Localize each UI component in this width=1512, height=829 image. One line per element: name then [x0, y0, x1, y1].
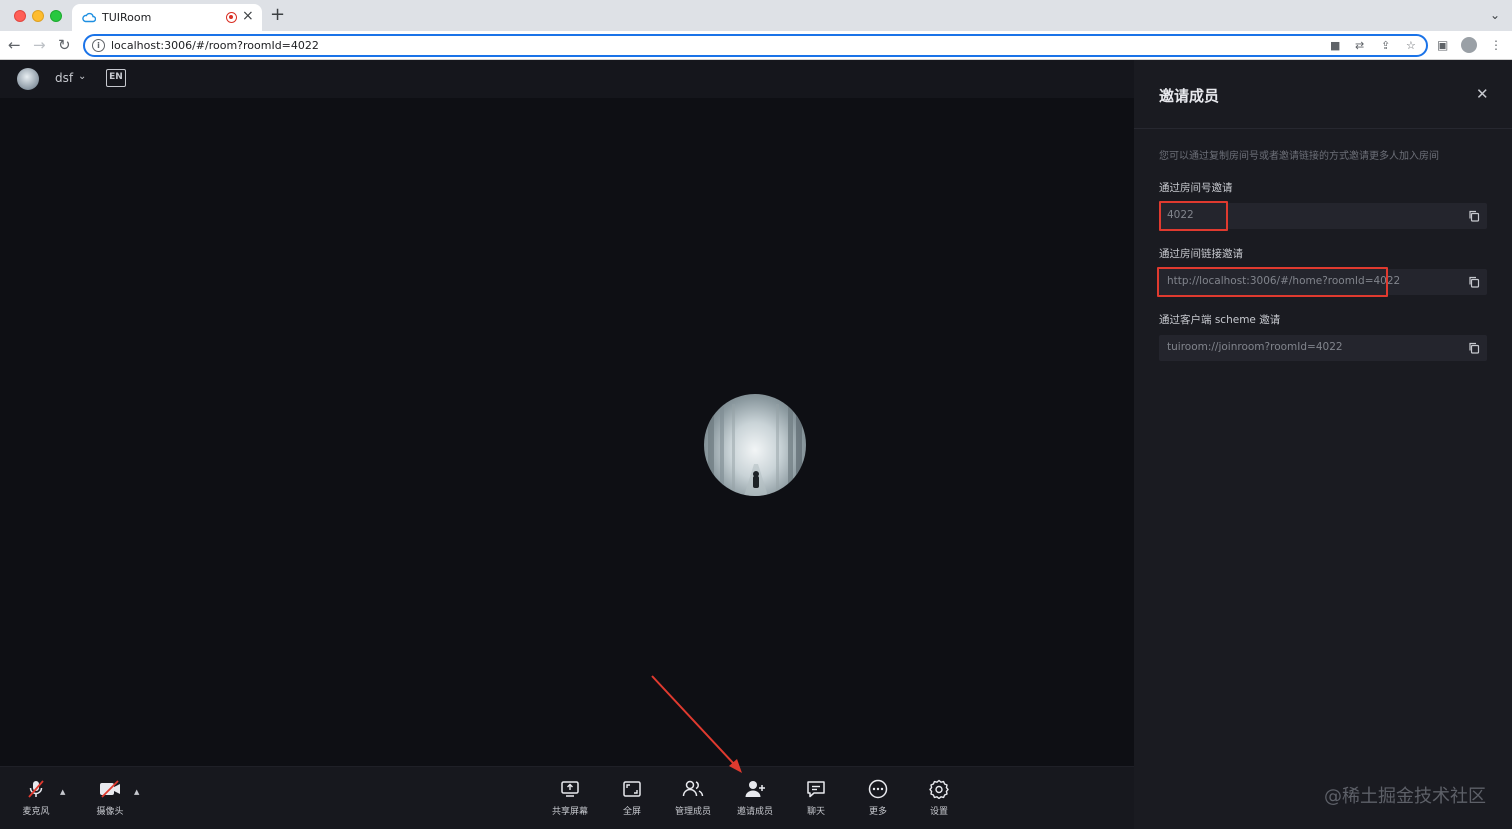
back-button[interactable]: ←: [8, 36, 21, 54]
reload-button[interactable]: ↻: [58, 36, 71, 54]
participant-avatar: [704, 394, 806, 496]
chat-label: 聊天: [806, 807, 825, 817]
share-screen-button[interactable]: 共享屏幕: [540, 779, 600, 817]
side-panel-icon[interactable]: ▣: [1437, 37, 1448, 53]
share-screen-label: 共享屏幕: [551, 807, 588, 817]
camera-label: 摄像头: [96, 807, 124, 817]
language-switch-icon[interactable]: EN: [106, 69, 126, 87]
video-stage: [0, 98, 1134, 766]
translate-icon[interactable]: ⇄: [1355, 39, 1364, 53]
invite-panel: 邀请成员 ✕ 您可以通过复制房间号或者邀请链接的方式邀请更多人加入房间 通过房间…: [1134, 60, 1512, 829]
browser-tab-bar: TUIRoom × + ⌄: [0, 0, 1512, 31]
window-zoom-button[interactable]: [50, 10, 62, 22]
scheme-field[interactable]: tuiroom://joinroom?roomId=4022: [1159, 335, 1487, 361]
camera-in-use-icon[interactable]: ■: [1330, 39, 1340, 53]
room-id-section-label: 通过房间号邀请: [1159, 182, 1233, 194]
copy-icon[interactable]: [1468, 210, 1480, 222]
address-bar[interactable]: i localhost:3006/#/room?roomId=4022 ■ ⇄ …: [83, 34, 1428, 57]
forest-figure-image: [708, 394, 802, 496]
fullscreen-button[interactable]: 全屏: [602, 779, 662, 817]
share-screen-icon: [561, 781, 579, 797]
camera-off-icon: [100, 780, 120, 798]
cloud-icon: [82, 12, 96, 23]
room-header: dsf ⌄ EN: [0, 60, 1134, 98]
profile-avatar-icon[interactable]: [1461, 37, 1477, 53]
fullscreen-label: 全屏: [622, 807, 641, 817]
mic-label: 麦克风: [22, 807, 50, 817]
room-id-highlight-box: [1159, 201, 1228, 231]
gear-icon: [929, 779, 949, 799]
more-label: 更多: [868, 807, 887, 817]
settings-label: 设置: [929, 807, 948, 817]
manage-members-label: 管理成员: [674, 807, 711, 817]
link-section-label: 通过房间链接邀请: [1159, 248, 1243, 260]
site-info-icon[interactable]: i: [92, 39, 105, 52]
chevron-down-icon[interactable]: ⌄: [78, 71, 86, 82]
window-close-button[interactable]: [14, 10, 26, 22]
chat-icon: [807, 781, 825, 798]
window-minimize-button[interactable]: [32, 10, 44, 22]
tab-search-chevron-icon[interactable]: ⌄: [1490, 8, 1500, 22]
bottom-toolbar: 麦克风 ▲ 摄像头 ▲ 共享屏幕 全屏 管理成员 邀请成员 聊天 更多 设置: [0, 766, 1134, 829]
tab-title: TUIRoom: [102, 11, 152, 24]
user-avatar[interactable]: [17, 68, 39, 90]
mic-button[interactable]: 麦克风: [6, 779, 66, 817]
watermark: @稀土掘金技术社区: [1324, 786, 1486, 807]
url-text[interactable]: localhost:3006/#/room?roomId=4022: [111, 39, 319, 52]
panel-title: 邀请成员: [1159, 87, 1220, 105]
browser-menu-icon[interactable]: ⋮: [1490, 37, 1502, 53]
more-icon: [868, 779, 888, 799]
recording-indicator-icon: [226, 12, 237, 23]
mic-options-caret-icon[interactable]: ▲: [60, 788, 65, 796]
manage-members-button[interactable]: 管理成员: [663, 779, 723, 817]
scheme-value[interactable]: tuiroom://joinroom?roomId=4022: [1167, 341, 1343, 353]
new-tab-button[interactable]: +: [270, 5, 285, 25]
scheme-section-label: 通过客户端 scheme 邀请: [1159, 314, 1281, 326]
settings-button[interactable]: 设置: [909, 779, 969, 817]
add-user-icon: [745, 781, 765, 797]
fullscreen-icon: [623, 781, 641, 797]
camera-button[interactable]: 摄像头: [80, 779, 140, 817]
panel-header: 邀请成员 ✕: [1134, 60, 1512, 129]
camera-options-caret-icon[interactable]: ▲: [134, 788, 139, 796]
close-icon[interactable]: ✕: [1476, 86, 1489, 102]
invite-members-label: 邀请成员: [736, 807, 773, 817]
browser-toolbar: ← → ↻ i localhost:3006/#/room?roomId=402…: [0, 31, 1512, 60]
forward-button[interactable]: →: [33, 36, 46, 54]
browser-tab[interactable]: TUIRoom ×: [72, 4, 262, 31]
copy-icon[interactable]: [1468, 276, 1480, 288]
bookmark-star-icon[interactable]: ☆: [1406, 39, 1416, 53]
mic-off-icon: [28, 780, 44, 798]
copy-icon[interactable]: [1468, 342, 1480, 354]
room-link-highlight-box: [1157, 267, 1388, 297]
share-icon[interactable]: ⇪: [1381, 39, 1390, 53]
users-icon: [682, 780, 704, 797]
tab-close-icon[interactable]: ×: [242, 8, 254, 24]
chat-button[interactable]: 聊天: [786, 779, 846, 817]
panel-description: 您可以通过复制房间号或者邀请链接的方式邀请更多人加入房间: [1159, 151, 1439, 162]
user-name[interactable]: dsf: [55, 71, 73, 85]
invite-members-button[interactable]: 邀请成员: [725, 779, 785, 817]
more-button[interactable]: 更多: [848, 779, 908, 817]
